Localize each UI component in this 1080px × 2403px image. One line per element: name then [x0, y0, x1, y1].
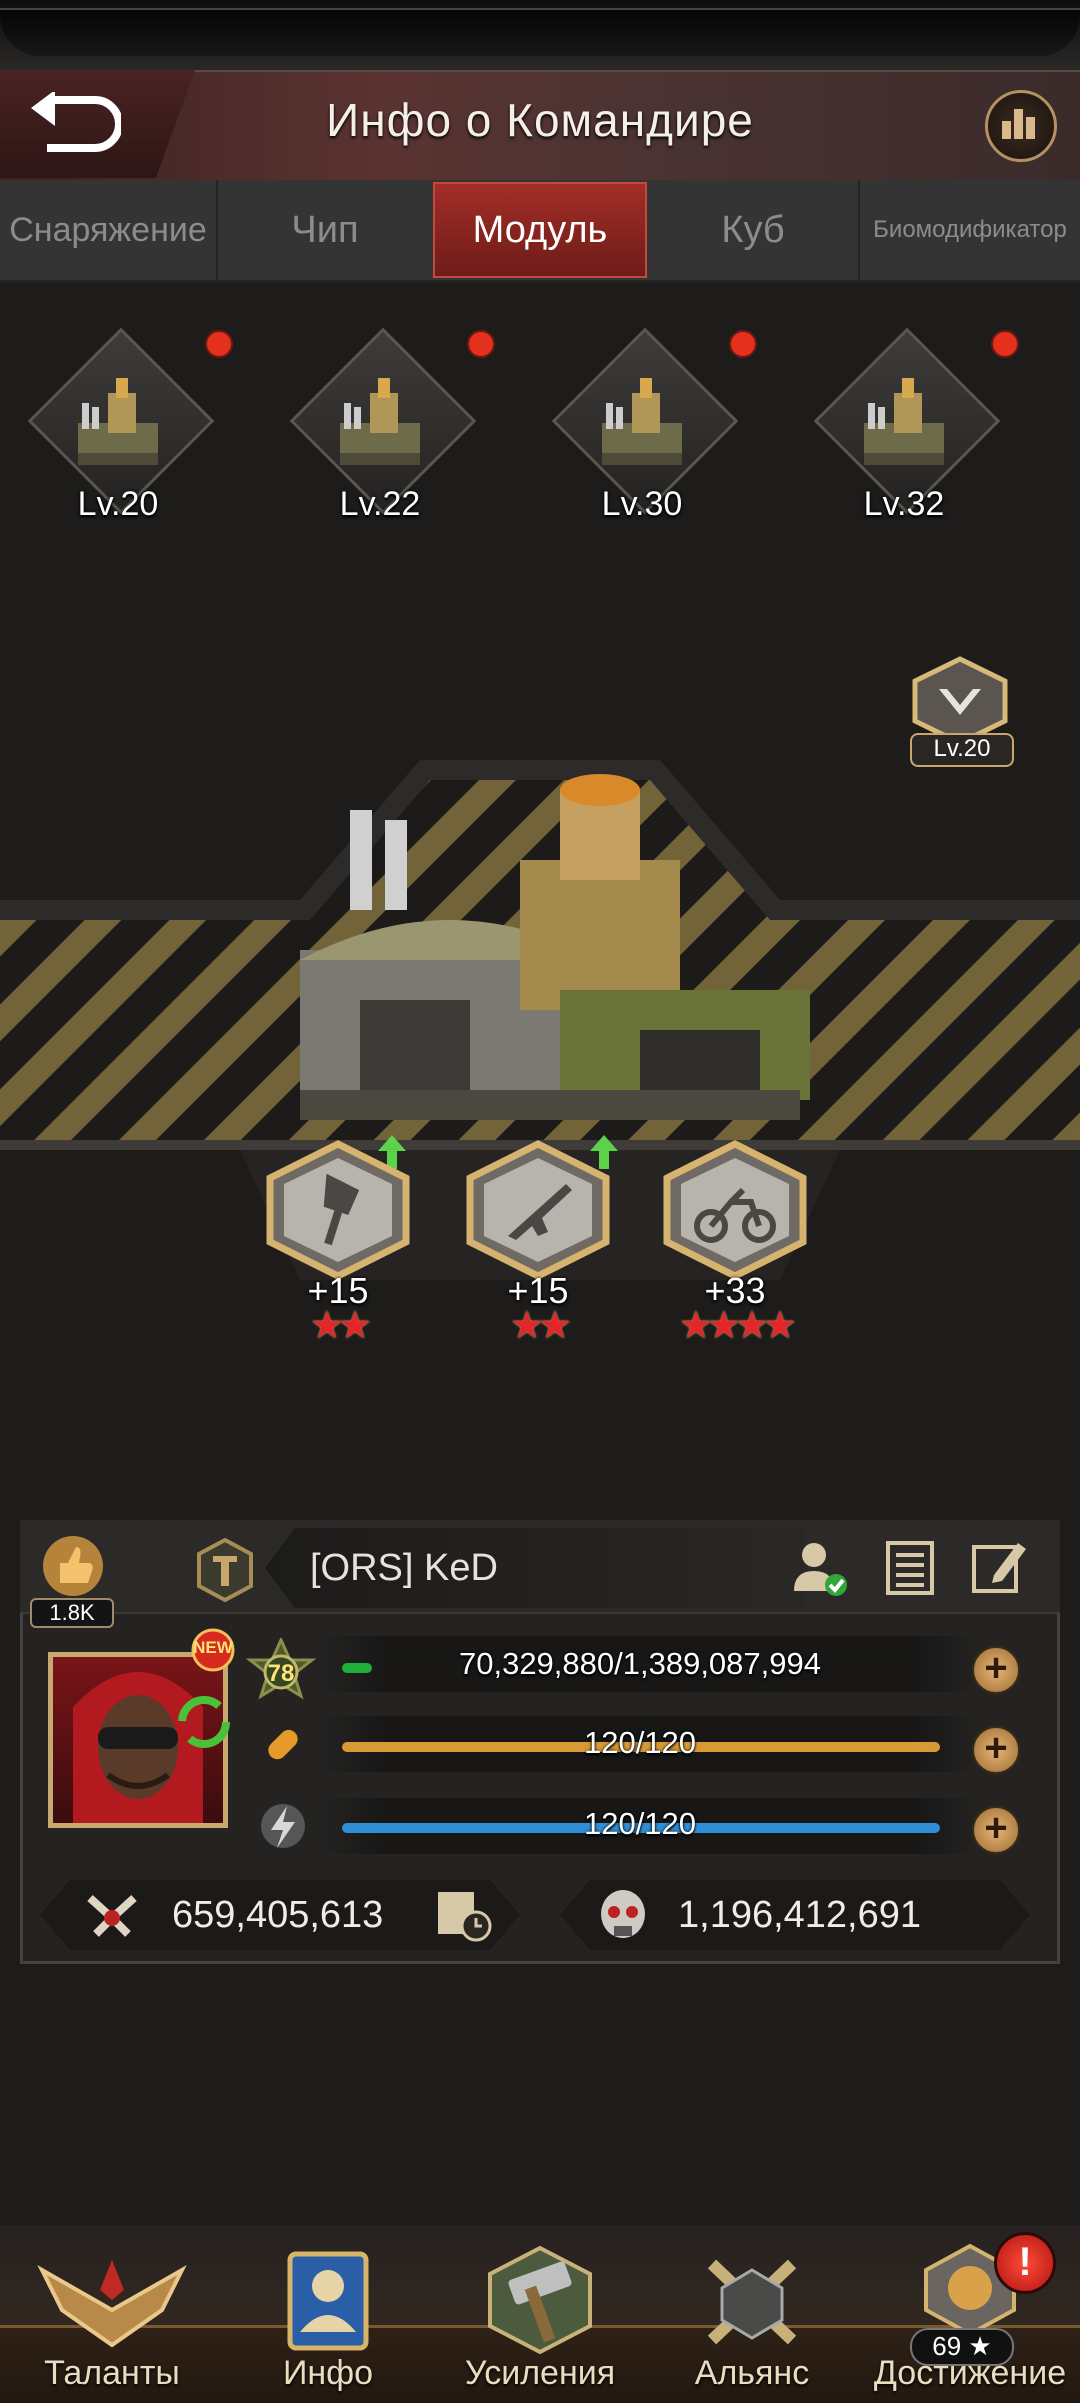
nav-alliance[interactable]: Альянс — [652, 2240, 852, 2400]
module-slot[interactable]: Lv.20 — [20, 327, 233, 531]
tab-chip[interactable]: Чип — [218, 180, 432, 280]
add-stamina-button[interactable]: + — [972, 1726, 1020, 1774]
factory-icon — [864, 378, 944, 465]
rank-badge[interactable]: Lv.20 — [905, 655, 1015, 767]
kills-icon — [592, 1886, 654, 1951]
commander-name: [ORS] KeD — [310, 1547, 498, 1589]
motorcycle-icon — [663, 1140, 807, 1280]
module-level: Lv.20 — [77, 485, 159, 523]
thumbs-up-icon — [43, 1536, 103, 1596]
achievement-count: 69 ★ — [910, 2328, 1014, 2366]
rank-insignia-icon — [195, 1537, 255, 1603]
wings-emblem-icon — [37, 2260, 187, 2348]
module-level: Lv.32 — [863, 485, 945, 523]
new-badge-label: NEW — [193, 1638, 233, 1657]
add-exp-button[interactable]: + — [972, 1646, 1020, 1694]
skill-stars: ★★ — [309, 1305, 372, 1347]
energy-icon — [255, 1798, 311, 1859]
power-value: 659,405,613 — [172, 1894, 384, 1936]
notification-dot — [205, 330, 233, 358]
alert-icon: ! — [994, 2232, 1056, 2294]
tab-cube[interactable]: Куб — [648, 180, 860, 280]
skill-slot[interactable]: +15 ★★ — [458, 1140, 618, 1347]
power-icon — [82, 1888, 142, 1949]
commander-card-icon — [287, 2251, 369, 2351]
module-slot[interactable]: Lv.30 — [544, 327, 757, 531]
notification-dot — [991, 330, 1019, 358]
profile-verify-button[interactable] — [786, 1535, 850, 1599]
tab-equipment[interactable]: Снаряжение — [0, 180, 218, 280]
nav-boosts-label: Усиления — [464, 2354, 616, 2392]
new-badge: NEW — [188, 1628, 238, 1672]
nav-info[interactable]: Инфо — [228, 2240, 428, 2400]
stamina-value: 120/120 — [583, 1725, 697, 1760]
level-badge: 78 — [245, 1636, 317, 1708]
likes-count: 1.8K — [30, 1598, 114, 1628]
tab-module[interactable]: Модуль — [433, 182, 647, 278]
skill-stars: ★★★★ — [678, 1305, 797, 1347]
stats-button[interactable] — [985, 90, 1057, 162]
factory-icon — [602, 378, 682, 465]
crossed-swords-icon — [707, 2259, 797, 2345]
skill-slot[interactable]: +33 ★★★★ — [655, 1140, 815, 1347]
user-check-icon — [794, 1543, 847, 1596]
nav-boosts[interactable]: Усиления — [440, 2240, 640, 2400]
power-history-button[interactable] — [432, 1882, 496, 1951]
commander-level: 78 — [267, 1660, 295, 1687]
exp-value: 70,329,880/1,389,087,994 — [458, 1646, 821, 1681]
records-button[interactable] — [878, 1535, 942, 1599]
tab-bar: Снаряжение Чип Модуль Куб Биомодификатор — [0, 180, 1080, 283]
likes-button[interactable] — [38, 1533, 108, 1599]
skill-slot[interactable]: +15 ★★ — [258, 1140, 418, 1347]
kills-value: 1,196,412,691 — [678, 1894, 922, 1936]
nav-alliance-label: Альянс — [694, 2354, 810, 2392]
tab-biomodifier[interactable]: Биомодификатор — [860, 180, 1080, 280]
notification-dot — [467, 330, 495, 358]
bar-chart-icon — [1002, 109, 1035, 139]
energy-value: 120/120 — [583, 1806, 697, 1841]
edit-icon — [972, 1543, 1026, 1593]
edit-button[interactable] — [966, 1535, 1030, 1599]
document-list-icon — [886, 1541, 934, 1595]
notification-dot — [729, 330, 757, 358]
rank-chevron-icon — [912, 656, 1008, 746]
factory-icon — [340, 378, 420, 465]
nav-talents[interactable]: Таланты — [12, 2240, 212, 2400]
hammer-icon — [488, 2245, 592, 2355]
module-level: Lv.30 — [601, 485, 683, 523]
factory-icon — [78, 378, 158, 465]
rifle-icon — [466, 1140, 610, 1280]
add-energy-button[interactable]: + — [972, 1806, 1020, 1854]
module-level: Lv.22 — [339, 485, 421, 523]
stamina-icon — [255, 1718, 311, 1779]
status-strip — [0, 0, 1080, 70]
skill-stars: ★★ — [509, 1305, 572, 1347]
swap-avatar-icon[interactable] — [178, 1696, 230, 1753]
nav-info-label: Инфо — [282, 2354, 374, 2392]
nav-talents-label: Таланты — [44, 2354, 180, 2392]
module-slot[interactable]: Lv.32 — [806, 327, 1019, 531]
clock-document-icon — [438, 1892, 492, 1942]
back-arrow-icon — [31, 92, 121, 152]
page-title: Инфо о Командире — [326, 94, 754, 146]
axe-icon — [266, 1140, 410, 1280]
module-slot[interactable]: Lv.22 — [282, 327, 495, 531]
